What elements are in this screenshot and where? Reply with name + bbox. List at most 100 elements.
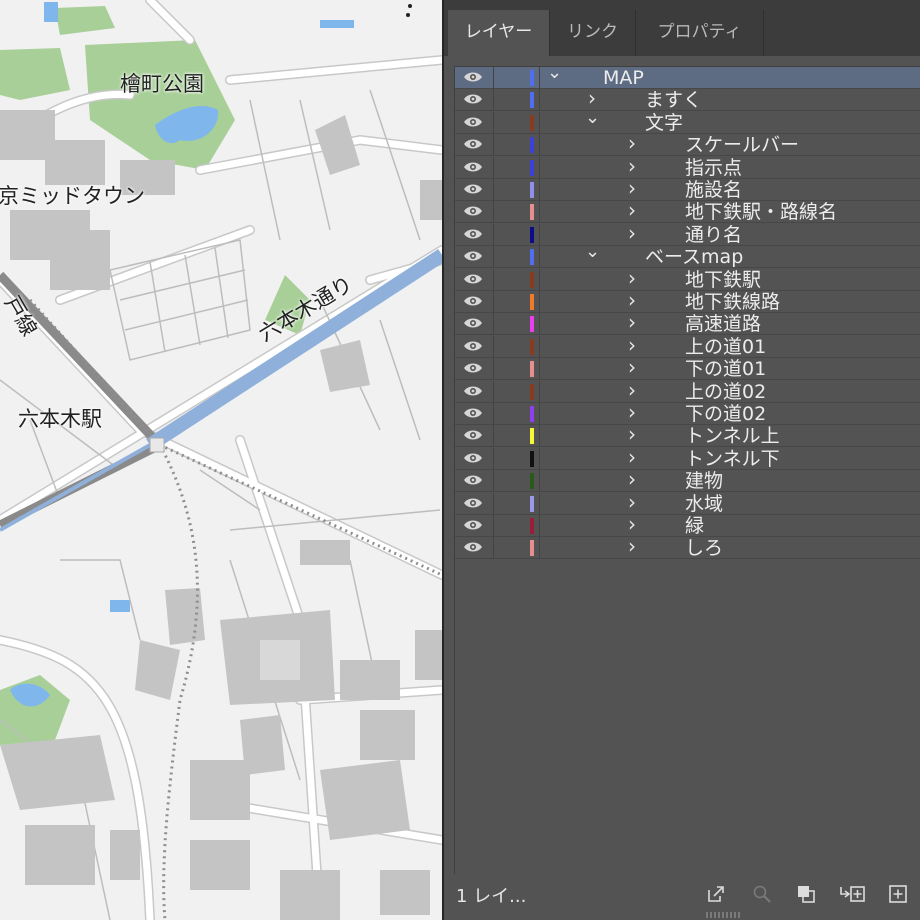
visibility-eye-icon[interactable] [463,204,483,218]
chevron-right-icon[interactable]: › [625,445,639,469]
layer-name[interactable]: ますく [645,89,702,111]
clipping-mask-icon[interactable] [796,884,816,904]
layer-row[interactable]: › 上の道02 [455,378,920,403]
layer-name[interactable]: MAP [603,67,644,89]
chevron-right-icon[interactable]: › [625,333,639,357]
chevron-right-icon[interactable]: › [625,221,639,245]
move-to-layer-icon[interactable] [840,884,866,904]
visibility-eye-icon[interactable] [463,137,483,151]
chevron-right-icon[interactable]: › [625,198,639,222]
layer-row[interactable]: › 建物 [455,467,920,493]
visibility-eye-icon[interactable] [463,428,483,442]
visibility-eye-icon[interactable] [463,473,483,487]
visibility-eye-icon[interactable] [463,182,483,196]
chevron-right-icon[interactable]: › [625,310,639,334]
layer-row[interactable]: › 施設名 [455,176,920,201]
tab-layers[interactable]: レイヤー [448,10,550,56]
layer-row[interactable]: › 下の道01 [455,355,920,381]
layer-name[interactable]: 下の道02 [685,403,766,425]
chevron-right-icon[interactable]: › [625,467,639,491]
visibility-eye-icon[interactable] [463,451,483,465]
column-divider [493,134,494,157]
layer-name[interactable]: 上の道01 [685,336,766,358]
visibility-eye-icon[interactable] [463,249,483,263]
layer-row[interactable]: ⌄ MAP [455,62,920,89]
chevron-down-icon[interactable]: ⌄ [547,62,562,83]
layer-name[interactable]: 地下鉄線路 [685,291,780,313]
layer-row[interactable]: › 地下鉄駅・路線名 [455,198,920,224]
layer-name[interactable]: 緑 [685,515,704,537]
visibility-eye-icon[interactable] [463,160,483,174]
visibility-eye-icon[interactable] [463,518,483,532]
tab-properties[interactable]: プロパティ [636,10,764,56]
layer-row[interactable]: › 地下鉄駅 [455,266,920,291]
chevron-right-icon[interactable]: › [625,176,639,200]
chevron-right-icon[interactable]: › [625,154,639,178]
layer-row[interactable]: › ますく [455,86,920,112]
layer-name[interactable]: 上の道02 [685,381,766,403]
chevron-right-icon[interactable]: › [625,378,639,402]
visibility-eye-icon[interactable] [463,339,483,353]
chevron-right-icon[interactable]: › [625,422,639,446]
visibility-eye-icon[interactable] [463,272,483,286]
layer-row[interactable]: ⌄ ベースmap [455,241,920,269]
layer-row[interactable]: › スケールバー [455,131,920,157]
chevron-right-icon[interactable]: › [625,534,639,558]
visibility-eye-icon[interactable] [463,384,483,398]
layer-row[interactable]: › しろ [455,534,920,560]
new-layer-icon[interactable] [888,884,908,904]
visibility-eye-icon[interactable] [463,92,483,106]
chevron-right-icon[interactable]: › [625,266,639,290]
tab-links[interactable]: リンク [550,10,636,56]
chevron-down-icon[interactable]: ⌄ [585,241,600,262]
layer-name[interactable]: 建物 [685,470,723,492]
visibility-eye-icon[interactable] [463,496,483,510]
layer-row[interactable]: › 指示点 [455,154,920,179]
layer-row[interactable]: › 高速道路 [455,310,920,336]
layer-row[interactable]: › 下の道02 [455,400,920,425]
layer-name[interactable]: 地下鉄駅 [685,269,761,291]
chevron-right-icon[interactable]: › [625,400,639,424]
station-label: 六本木駅 [18,407,102,431]
visibility-eye-icon[interactable] [463,540,483,554]
layer-row[interactable]: › 水域 [455,490,920,515]
map-canvas[interactable]: 檜町公園 京ミッドタウン 六本木通り 戸線 六本木駅 [0,0,442,920]
visibility-eye-icon[interactable] [463,294,483,308]
layer-name[interactable]: トンネル下 [685,448,780,470]
chevron-down-icon[interactable]: ⌄ [585,107,600,128]
layer-row[interactable]: › 上の道01 [455,333,920,358]
layer-name[interactable]: 高速道路 [685,313,761,335]
layer-row[interactable]: ⌄ 文字 [455,107,920,134]
visibility-eye-icon[interactable] [463,115,483,129]
chevron-right-icon[interactable]: › [625,490,639,514]
layer-name[interactable]: 地下鉄駅・路線名 [685,201,837,223]
chevron-right-icon[interactable]: › [625,355,639,379]
layer-name[interactable]: 指示点 [685,157,742,179]
visibility-eye-icon[interactable] [463,70,483,84]
visibility-eye-icon[interactable] [463,227,483,241]
layer-name[interactable]: しろ [685,537,723,559]
layer-name[interactable]: ベースmap [645,246,743,268]
layer-row[interactable]: › トンネル下 [455,445,920,470]
visibility-eye-icon[interactable] [463,316,483,330]
layer-row[interactable]: › 地下鉄線路 [455,288,920,313]
layer-row[interactable]: › 通り名 [455,221,920,246]
layer-name[interactable]: トンネル上 [685,425,780,447]
export-icon[interactable] [706,884,726,904]
chevron-right-icon[interactable]: › [625,131,639,155]
column-divider [493,201,494,224]
layer-name[interactable]: 下の道01 [685,358,766,380]
visibility-eye-icon[interactable] [463,406,483,420]
chevron-right-icon[interactable]: › [625,288,639,312]
search-icon[interactable] [752,884,772,904]
layer-row[interactable]: › 緑 [455,512,920,537]
layer-name[interactable]: スケールバー [685,134,799,156]
layer-name[interactable]: 施設名 [685,179,742,201]
layer-name[interactable]: 文字 [645,112,683,134]
chevron-right-icon[interactable]: › [625,512,639,536]
resize-grip[interactable] [706,912,742,918]
visibility-eye-icon[interactable] [463,361,483,375]
layer-name[interactable]: 通り名 [685,224,742,246]
layer-row[interactable]: › トンネル上 [455,422,920,448]
layer-name[interactable]: 水域 [685,493,723,515]
